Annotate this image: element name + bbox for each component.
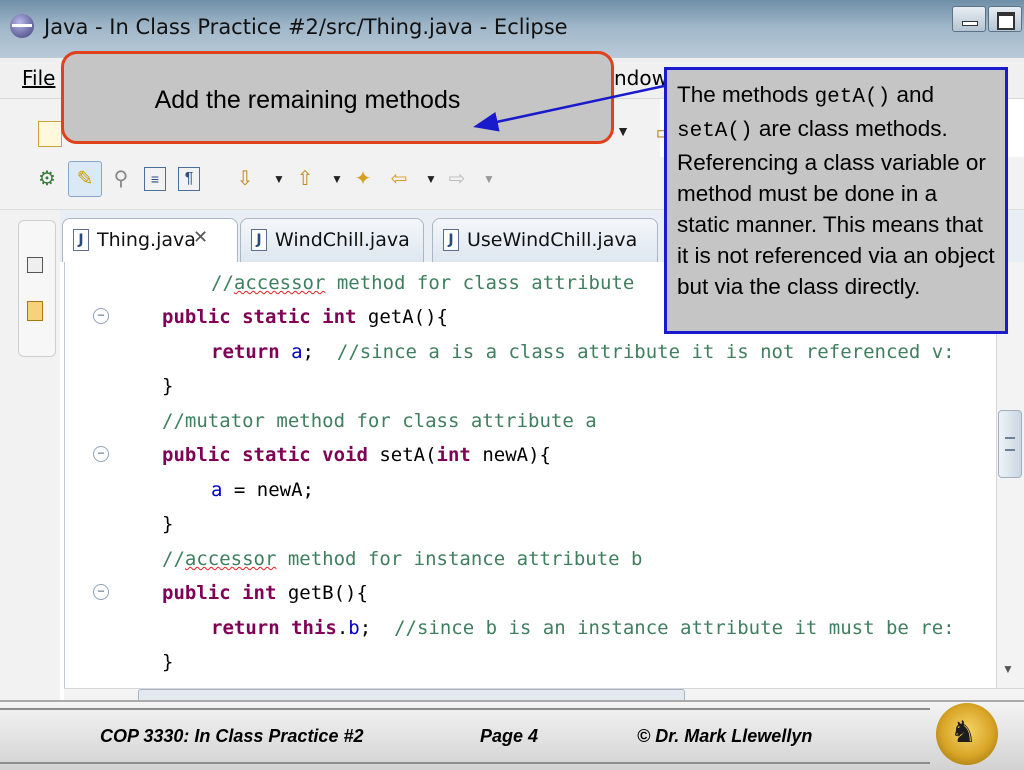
callout-text: and <box>890 82 934 107</box>
footer-course: COP 3330: In Class Practice #2 <box>100 726 364 746</box>
callout-class-methods: The methods getA() and setA() are class … <box>664 67 1008 334</box>
arrow-line <box>473 84 665 132</box>
callout-code: getA() <box>814 86 891 109</box>
footer-page-number: Page 4 <box>480 726 539 746</box>
pegasus-icon: ♞ <box>950 715 977 750</box>
callout-text: are class methods. Referencing a class v… <box>677 116 995 299</box>
callout-text: The methods <box>677 82 815 107</box>
callout-code: setA() <box>677 120 753 143</box>
footer-author: © Dr. Mark Llewellyn <box>637 726 813 746</box>
footer-divider <box>0 762 930 764</box>
ucf-pegasus-logo: ♞ <box>936 703 998 765</box>
footer-divider <box>0 708 930 710</box>
slide-footer: COP 3330: In Class Practice #2 Page 4 © … <box>0 700 1024 770</box>
